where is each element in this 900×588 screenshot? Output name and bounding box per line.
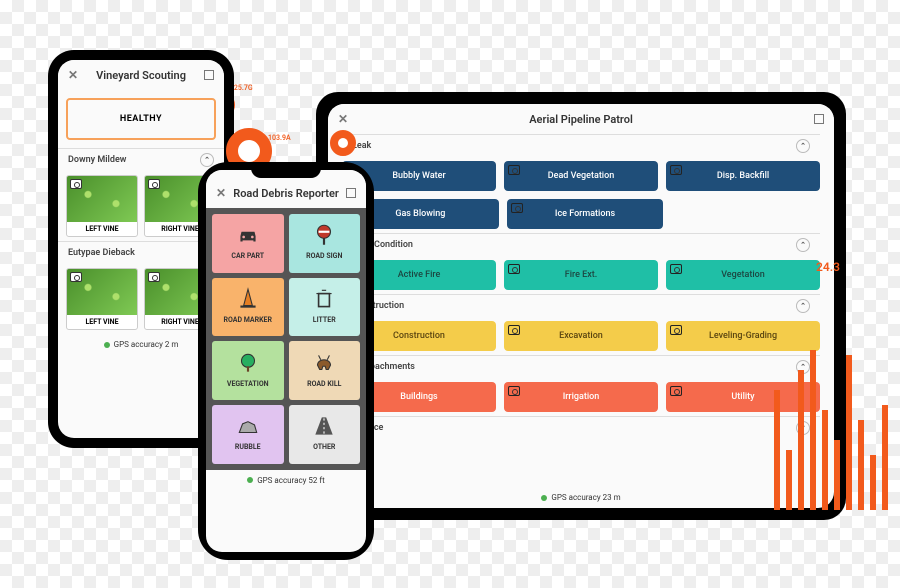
cone-icon <box>235 286 261 316</box>
trash-icon <box>311 286 337 316</box>
accent-bar <box>810 350 816 510</box>
camera-icon <box>508 386 520 396</box>
debris-rubble[interactable]: RUBBLE <box>212 405 284 464</box>
accent-bar <box>774 390 780 510</box>
group-header[interactable]: ROW Condition ⌃ <box>342 233 820 256</box>
camera-icon <box>148 272 160 282</box>
stop-icon <box>311 222 337 252</box>
phone-debris: ✕ Road Debris Reporter CAR PART ROAD SIG… <box>198 162 374 560</box>
camera-icon <box>670 264 682 274</box>
gps-status: GPS accuracy 23 m <box>328 487 834 508</box>
bars-value: 24.3 <box>816 260 840 274</box>
accent-bars <box>774 280 888 510</box>
group-header[interactable]: Encroachments ⌃ <box>342 355 820 378</box>
debris-label: ROAD MARKER <box>224 316 272 324</box>
accent-bar <box>822 410 828 510</box>
tablet-title: Aerial Pipeline Patrol <box>529 113 633 126</box>
chip-irrigation[interactable]: Irrigation <box>504 382 658 412</box>
debris-road-marker[interactable]: ROAD MARKER <box>212 278 284 337</box>
vine-label: LEFT VINE <box>67 315 137 329</box>
close-icon[interactable]: ✕ <box>338 112 348 126</box>
debris-road-sign[interactable]: ROAD SIGN <box>289 214 361 273</box>
chevron-up-icon[interactable]: ⌃ <box>796 238 810 252</box>
car-icon <box>235 222 261 252</box>
debris-vegetation[interactable]: VEGETATION <box>212 341 284 400</box>
expand-icon[interactable] <box>346 188 356 198</box>
vine-card[interactable]: LEFT VINE <box>66 175 138 237</box>
debris-label: ROAD SIGN <box>306 252 342 260</box>
camera-icon <box>508 325 520 335</box>
deer-icon <box>311 350 337 380</box>
debris-road-kill[interactable]: ROAD KILL <box>289 341 361 400</box>
group-header[interactable]: Leak ⌃ <box>342 134 820 157</box>
phone2-title: Road Debris Reporter <box>233 187 339 200</box>
vine-card[interactable]: LEFT VINE <box>66 268 138 330</box>
debris-label: ROAD KILL <box>307 380 341 388</box>
debris-label: CAR PART <box>231 252 264 260</box>
camera-icon <box>148 179 160 189</box>
phone1-title: Vineyard Scouting <box>96 69 186 82</box>
close-icon[interactable]: ✕ <box>68 68 78 82</box>
accent-bar <box>786 450 792 510</box>
gps-status: GPS accuracy 52 ft <box>206 470 366 491</box>
accent-bar <box>858 420 864 510</box>
camera-icon <box>70 179 82 189</box>
debris-other[interactable]: OTHER <box>289 405 361 464</box>
road-icon <box>311 413 337 443</box>
tablet-header: ✕ Aerial Pipeline Patrol <box>328 104 834 134</box>
debris-label: RUBBLE <box>235 443 261 451</box>
chip-dead-vegetation[interactable]: Dead Vegetation <box>504 161 658 191</box>
healthy-button[interactable]: HEALTHY <box>66 98 216 140</box>
debris-label: VEGETATION <box>227 380 269 388</box>
camera-icon <box>670 386 682 396</box>
camera-icon <box>670 165 682 175</box>
camera-icon <box>508 165 520 175</box>
camera-icon <box>508 264 520 274</box>
rock-icon <box>235 413 261 443</box>
group-header[interactable]: Construction ⌃ <box>342 294 820 317</box>
expand-icon[interactable] <box>814 114 824 124</box>
expand-icon[interactable] <box>204 70 214 80</box>
group-name: Eutypae Dieback <box>68 248 135 258</box>
accent-bar <box>882 405 888 510</box>
phone1-header: ✕ Vineyard Scouting <box>58 60 224 90</box>
tablet-pipeline: ✕ Aerial Pipeline Patrol Leak ⌃Bubbly Wa… <box>316 92 846 520</box>
phone-notch <box>251 162 321 178</box>
tree-icon <box>235 350 261 380</box>
debris-label: OTHER <box>313 443 335 451</box>
chip-disp-backfill[interactable]: Disp. Backfill <box>666 161 820 191</box>
debris-car-part[interactable]: CAR PART <box>212 214 284 273</box>
chevron-up-icon[interactable]: ⌃ <box>200 153 214 167</box>
chip-fire-ext-[interactable]: Fire Ext. <box>504 260 658 290</box>
accent-ring-med <box>330 130 356 156</box>
chevron-up-icon[interactable]: ⌃ <box>796 139 810 153</box>
camera-icon <box>70 272 82 282</box>
debris-label: LITTER <box>313 316 336 324</box>
group-name: Downy Mildew <box>68 155 126 165</box>
accent-bar <box>798 370 804 510</box>
accent-bar <box>846 355 852 510</box>
group-header[interactable]: Downy Mildew ⌃ <box>58 148 224 171</box>
group-header[interactable]: Surface ⌃ <box>342 416 820 439</box>
spark-label-2: 103.9A <box>268 134 291 142</box>
chip-excavation[interactable]: Excavation <box>504 321 658 351</box>
vine-label: LEFT VINE <box>67 222 137 236</box>
accent-bar <box>834 440 840 510</box>
chip-ice-formations[interactable]: Ice Formations <box>507 199 664 229</box>
camera-icon <box>670 325 682 335</box>
accent-bar <box>870 455 876 510</box>
camera-icon <box>511 203 523 213</box>
close-icon[interactable]: ✕ <box>216 186 226 200</box>
debris-litter[interactable]: LITTER <box>289 278 361 337</box>
